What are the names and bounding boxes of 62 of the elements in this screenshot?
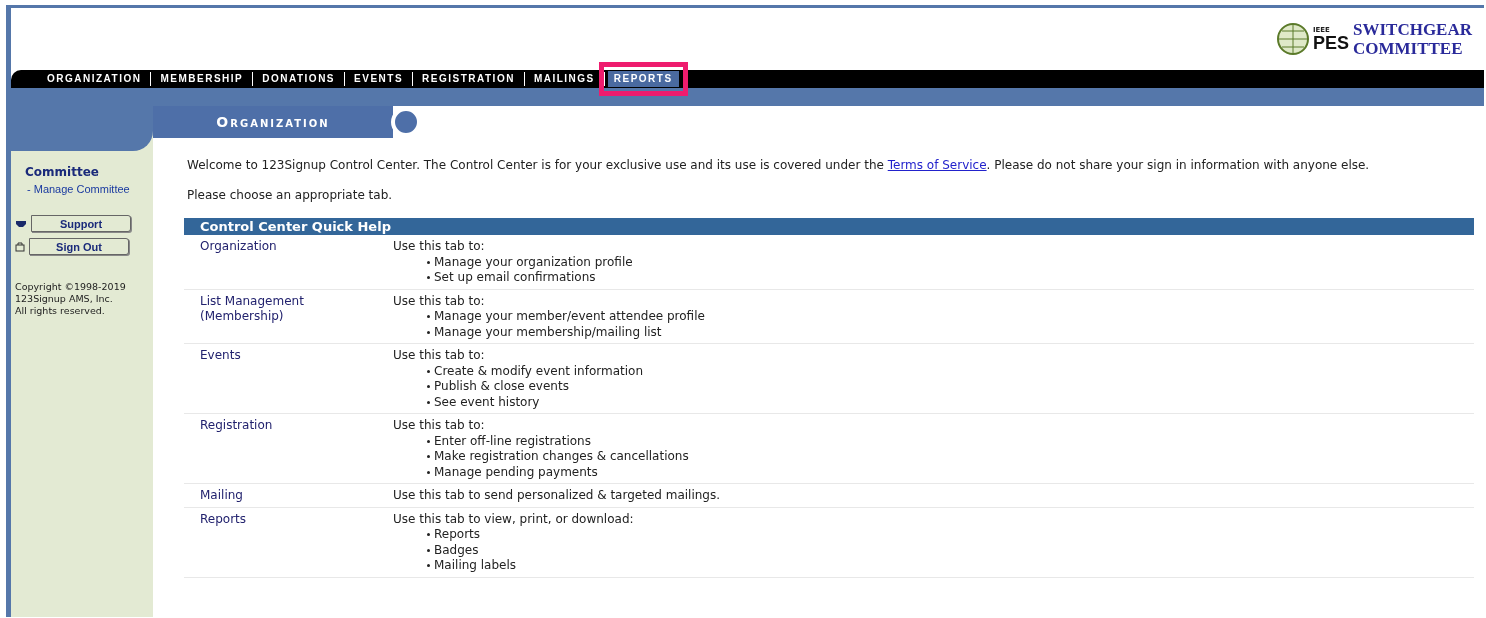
manage-committee-link[interactable]: - Manage Committee	[27, 183, 153, 195]
bullet-icon	[427, 276, 430, 280]
bullet-icon	[427, 260, 430, 264]
help-item: Reports	[434, 527, 481, 543]
help-item: Manage your membership/mailing list	[434, 324, 662, 340]
bullet-icon	[427, 470, 430, 474]
nav-tab[interactable]: REGISTRATION	[416, 71, 521, 87]
nav-tab[interactable]: REPORTS	[607, 71, 679, 87]
help-intro: Use this tab to:	[393, 239, 486, 255]
help-intro: Use this tab to:	[393, 293, 486, 309]
bullet-icon	[427, 369, 430, 373]
logo-mark: PES	[1312, 33, 1349, 52]
logo-title: COMMITTEE	[1352, 39, 1464, 58]
help-intro: Use this tab to:	[393, 418, 486, 434]
bullet-icon	[427, 564, 430, 568]
logo-title: SWITCHGEAR	[1352, 20, 1472, 39]
tab-name: Events	[200, 348, 242, 364]
help-item: Enter off-line registrations	[434, 433, 591, 449]
tab-name: Registration	[200, 418, 274, 434]
bullet-icon	[427, 533, 430, 537]
help-item: Badges	[434, 542, 479, 558]
help-item: Set up email confirmations	[434, 270, 596, 286]
help-item: Mailing labels	[434, 558, 517, 574]
help-item: Create & modify event information	[434, 363, 644, 379]
tab-name: Mailing	[200, 488, 244, 504]
help-intro: Use this tab to view, print, or download:	[393, 511, 634, 527]
help-item: See event history	[434, 394, 540, 410]
copyright-text: Copyright ©1998-2019	[15, 281, 127, 293]
lock-icon	[15, 241, 25, 252]
bullet-icon	[427, 439, 430, 443]
help-item: Make registration changes & cancellations	[434, 449, 689, 465]
tab-name: List Management (Membership)	[200, 293, 305, 325]
tab-name: Organization	[200, 239, 278, 255]
bullet-icon	[427, 385, 430, 389]
bullet-icon	[427, 315, 430, 319]
bullet-icon	[427, 330, 430, 334]
help-item: Manage your organization profile	[434, 254, 633, 270]
nav-tab[interactable]: MEMBERSHIP	[154, 71, 250, 87]
help-title: Control Center Quick Help	[184, 218, 1474, 235]
nav-tab[interactable]: EVENTS	[348, 71, 410, 87]
copyright-text: All rights reserved.	[15, 305, 106, 317]
help-intro: Use this tab to:	[393, 348, 486, 364]
sidebar-button[interactable]: Support	[31, 215, 131, 232]
help-item: Manage pending payments	[434, 464, 598, 480]
globe-logo-icon	[1275, 22, 1310, 56]
bullet-icon	[427, 400, 430, 404]
nav-tab[interactable]: MAILINGS	[527, 71, 601, 87]
help-item: Manage your member/event attendee profile	[434, 309, 705, 325]
bullet-icon	[427, 455, 430, 459]
section-title: Organization	[153, 106, 393, 138]
sidebar-heading: Committee	[25, 165, 100, 179]
terms-link[interactable]: Terms of Service	[887, 158, 987, 172]
bullet-icon	[427, 548, 430, 552]
nav-tab[interactable]: DONATIONS	[256, 71, 342, 87]
welcome-text: Welcome to 123Signup Control Center. The Control Center is for your exclusive use and its use is covered under the Terms of Service. Please do not share your sign in information with anyone else.	[187, 158, 1371, 172]
tab-name: Reports	[200, 511, 248, 528]
nav-tab[interactable]: ORGANIZATION	[41, 71, 148, 87]
instruction-text: Please choose an appropriate tab.	[187, 188, 394, 202]
help-intro: Use this tab to send personalized & targeted mailings.	[393, 488, 721, 504]
sidebar-button[interactable]: Sign Out	[29, 238, 129, 255]
help-item: Publish & close events	[434, 379, 569, 395]
copyright-text: 123Signup AMS, Inc.	[15, 293, 114, 305]
